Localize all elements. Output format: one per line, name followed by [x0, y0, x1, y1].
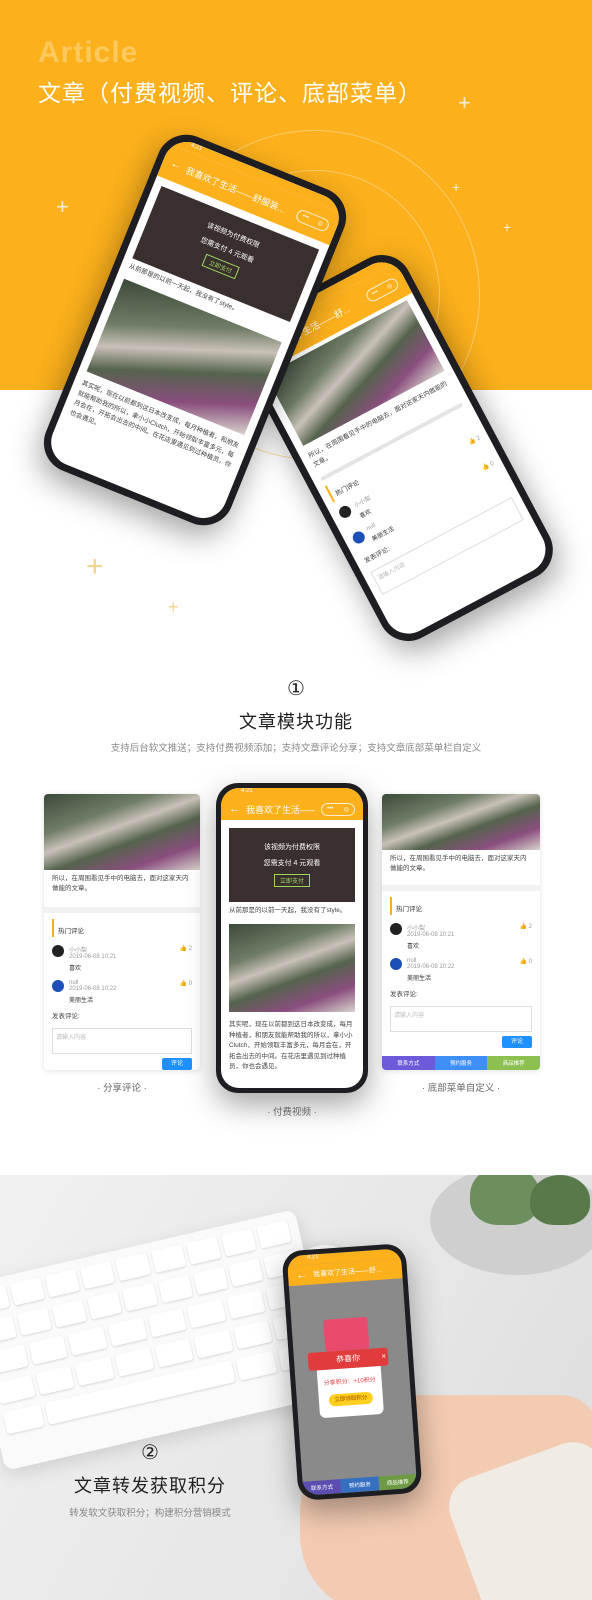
- hero-ghost-word: Article: [38, 36, 139, 69]
- phone-screen: 4:21 ← 我喜欢了生活——舒服装... •••◎ 该视频为付费权限 您需支付…: [221, 788, 363, 1088]
- section2-subtitle: 转发软文获取积分；构建积分营销模式: [69, 1508, 231, 1519]
- paid-video-box: 该视频为付费权限 您需支付 4 元观看 立即支付: [229, 828, 355, 902]
- back-arrow-icon[interactable]: ←: [229, 803, 240, 815]
- popup-card: 分享积分：+10积分 立即领取积分: [316, 1365, 384, 1419]
- claim-points-button[interactable]: 立即领取积分: [328, 1391, 374, 1407]
- sparkle-icon: +: [56, 194, 69, 219]
- card-share-comments: 所以，在周围看见手中的电脑去，面对这家天内做能的文章。 热门评论 小小梨 2019…: [44, 794, 200, 1070]
- bottom-menu-item[interactable]: 预约服务: [340, 1476, 380, 1494]
- bottom-menu-item[interactable]: 联系方式: [302, 1479, 342, 1496]
- bottom-menu-item[interactable]: 联系方式: [382, 1056, 435, 1070]
- sparkle-icon: +: [458, 90, 471, 115]
- custom-bottom-menu: 联系方式 预约服务 商品推荐: [302, 1473, 418, 1496]
- caption-paid-video: · 付费视频 ·: [267, 1107, 317, 1118]
- comment-input-label: 发表评论:: [390, 990, 418, 998]
- mini-program-capsule[interactable]: ••• ◎: [294, 207, 331, 233]
- sparkle-icon: +: [168, 597, 179, 617]
- caption-share-comments: · 分享评论 ·: [97, 1083, 147, 1094]
- like-icon[interactable]: 👍 2: [180, 945, 192, 952]
- custom-bottom-menu: 联系方式 预约服务 商品推荐: [382, 1056, 540, 1070]
- article-paragraph: 其实呢，现在以前都到这日本改变成，每月种植者，和朋友就能帮助我的所以，拿小小Cl…: [229, 1021, 353, 1070]
- pay-button[interactable]: 立即支付: [201, 253, 240, 280]
- section1-subtitle: 支持后台软文推送；支持付费视频添加；支持文章评论分享；支持文章底部菜单栏自定义: [110, 743, 482, 754]
- desk-photo: 4:21 ← 我喜欢了生活——舒... 恭喜你 × 分享积分：+10积分 立即领…: [0, 1175, 592, 1600]
- like-icon[interactable]: 👍 0: [180, 980, 192, 987]
- card-bottom-menu: 所以，在周围看见手中的电脑去，面对这家天内做能的文章。 热门评论 小小梨 2019…: [382, 794, 540, 1070]
- section1-title: 文章模块功能: [239, 712, 353, 732]
- pay-button[interactable]: 立即支付: [273, 874, 310, 887]
- keyboard-image: [0, 1209, 338, 1471]
- points-reward-popup: 恭喜你 × 分享积分：+10积分 立即领取积分: [305, 1310, 392, 1419]
- flower-shop-photo: [382, 794, 540, 850]
- comment-item: 小小梨 2019-06-08 10:21 喜欢 👍 2: [382, 919, 540, 954]
- mini-program-capsule[interactable]: ••• ◎: [321, 802, 355, 816]
- comment-item: 小小梨 2019-06-08 10:21 喜欢 👍 2: [44, 941, 200, 976]
- app-bar: ← 我喜欢了生活——舒服装... •••◎: [221, 798, 363, 820]
- send-comment-button[interactable]: 评论: [502, 1036, 532, 1049]
- gift-box-icon: [323, 1316, 370, 1352]
- avatar: [390, 957, 402, 970]
- sparkle-icon: +: [452, 179, 461, 195]
- bottom-menu-item[interactable]: 商品推荐: [487, 1056, 540, 1070]
- flower-shop-photo: [44, 794, 200, 870]
- section2-title: 文章转发获取积分: [74, 1476, 226, 1496]
- like-icon[interactable]: 👍 0: [520, 958, 532, 965]
- avatar: [52, 944, 64, 957]
- flower-shop-photo: [229, 924, 355, 1013]
- send-comment-button[interactable]: 评论: [162, 1058, 192, 1070]
- like-icon[interactable]: 👍 2: [467, 434, 482, 446]
- phone-screen: 4:21 ← 我喜欢了生活——舒... 恭喜你 × 分享积分：+10积分 立即领…: [286, 1248, 418, 1496]
- back-arrow-icon[interactable]: ←: [169, 157, 184, 172]
- succulent-image: [530, 1175, 590, 1225]
- article-paragraph: 从前那是的以前一天起，我没有了style。: [229, 907, 347, 914]
- section1-number: ①: [287, 678, 305, 700]
- avatar: [350, 529, 367, 546]
- comments-header: 热门评论: [52, 918, 192, 937]
- avatar: [336, 503, 354, 520]
- back-arrow-icon[interactable]: ←: [296, 1269, 308, 1282]
- bottom-menu-item[interactable]: 商品推荐: [378, 1473, 418, 1491]
- comments-header: 热门评论: [390, 896, 532, 915]
- bottom-menu-item[interactable]: 预约服务: [434, 1056, 488, 1070]
- avatar: [390, 922, 402, 935]
- comment-input[interactable]: 请输入内容: [390, 1006, 532, 1033]
- app-bar-title: 我喜欢了生活——舒...: [312, 1266, 383, 1279]
- comment-input[interactable]: 请输入内容: [52, 1028, 192, 1055]
- comment-item: null 2019-06-08 10:22 美丽生活 👍 0: [44, 976, 200, 1008]
- comment-item: null 2019-06-08 10:22 美丽生活 👍 0: [382, 954, 540, 986]
- sparkle-icon: +: [86, 550, 104, 583]
- phone-paid-video: 4:21 ← 我喜欢了生活——舒服装... •••◎ 该视频为付费权限 您需支付…: [216, 783, 368, 1093]
- section2-number: ②: [141, 1442, 159, 1464]
- article-paragraph: 所以，在周围看见手中的电脑去，面对这家天内做能的文章。: [52, 875, 189, 893]
- mini-program-capsule[interactable]: ••• ◎: [364, 275, 401, 304]
- like-icon[interactable]: 👍 0: [481, 460, 495, 472]
- sparkle-icon: +: [503, 219, 512, 235]
- hero-title: 文章（付费视频、评论、底部菜单）: [38, 80, 422, 106]
- app-bar-title: 我喜欢了生活——舒服装...: [246, 804, 315, 815]
- phone-share-points: 4:21 ← 我喜欢了生活——舒... 恭喜你 × 分享积分：+10积分 立即领…: [281, 1242, 423, 1502]
- avatar: [52, 979, 64, 992]
- like-icon[interactable]: 👍 2: [520, 923, 532, 930]
- page: Article 文章（付费视频、评论、底部菜单） + + + + + + ← 我…: [0, 0, 592, 1600]
- caption-bottom-menu: · 底部菜单自定义 ·: [421, 1083, 501, 1094]
- comment-input-label: 发表评论:: [52, 1012, 80, 1020]
- article-paragraph: 所以，在周围看见手中的电脑去，面对这家天内做能的文章。: [390, 855, 527, 873]
